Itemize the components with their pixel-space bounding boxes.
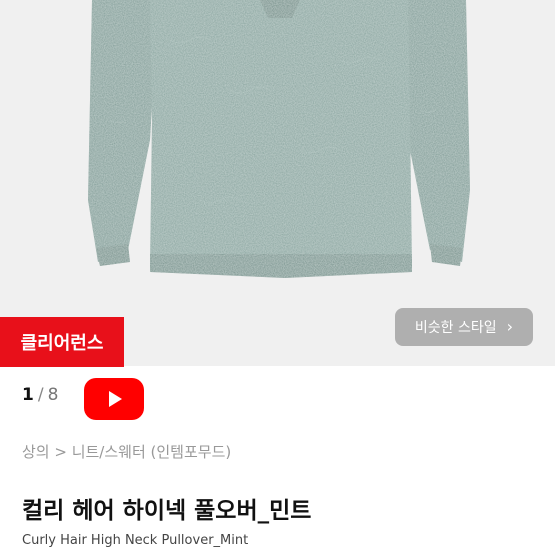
pager-separator: /: [37, 385, 44, 405]
pager-total: 8: [47, 385, 59, 405]
clearance-badge: 클리어런스: [0, 317, 124, 367]
product-subtitle: Curly Hair High Neck Pullover_Mint: [22, 533, 249, 548]
youtube-play-icon: [109, 391, 122, 407]
breadcrumb[interactable]: 상의 > 니트/스웨터 (인템포무드): [22, 441, 231, 462]
image-pager: 1/8: [22, 385, 58, 405]
similar-style-label: 비슷한 스타일: [414, 320, 497, 336]
chevron-right-icon: ›: [506, 317, 514, 336]
product-image[interactable]: 비슷한 스타일 ›: [0, 0, 555, 366]
product-title: 컬리 헤어 하이넥 풀오버_민트: [22, 498, 312, 524]
pager-current: 1: [22, 385, 34, 405]
video-play-button[interactable]: [84, 378, 144, 420]
similar-style-button[interactable]: 비슷한 스타일 ›: [395, 308, 533, 346]
